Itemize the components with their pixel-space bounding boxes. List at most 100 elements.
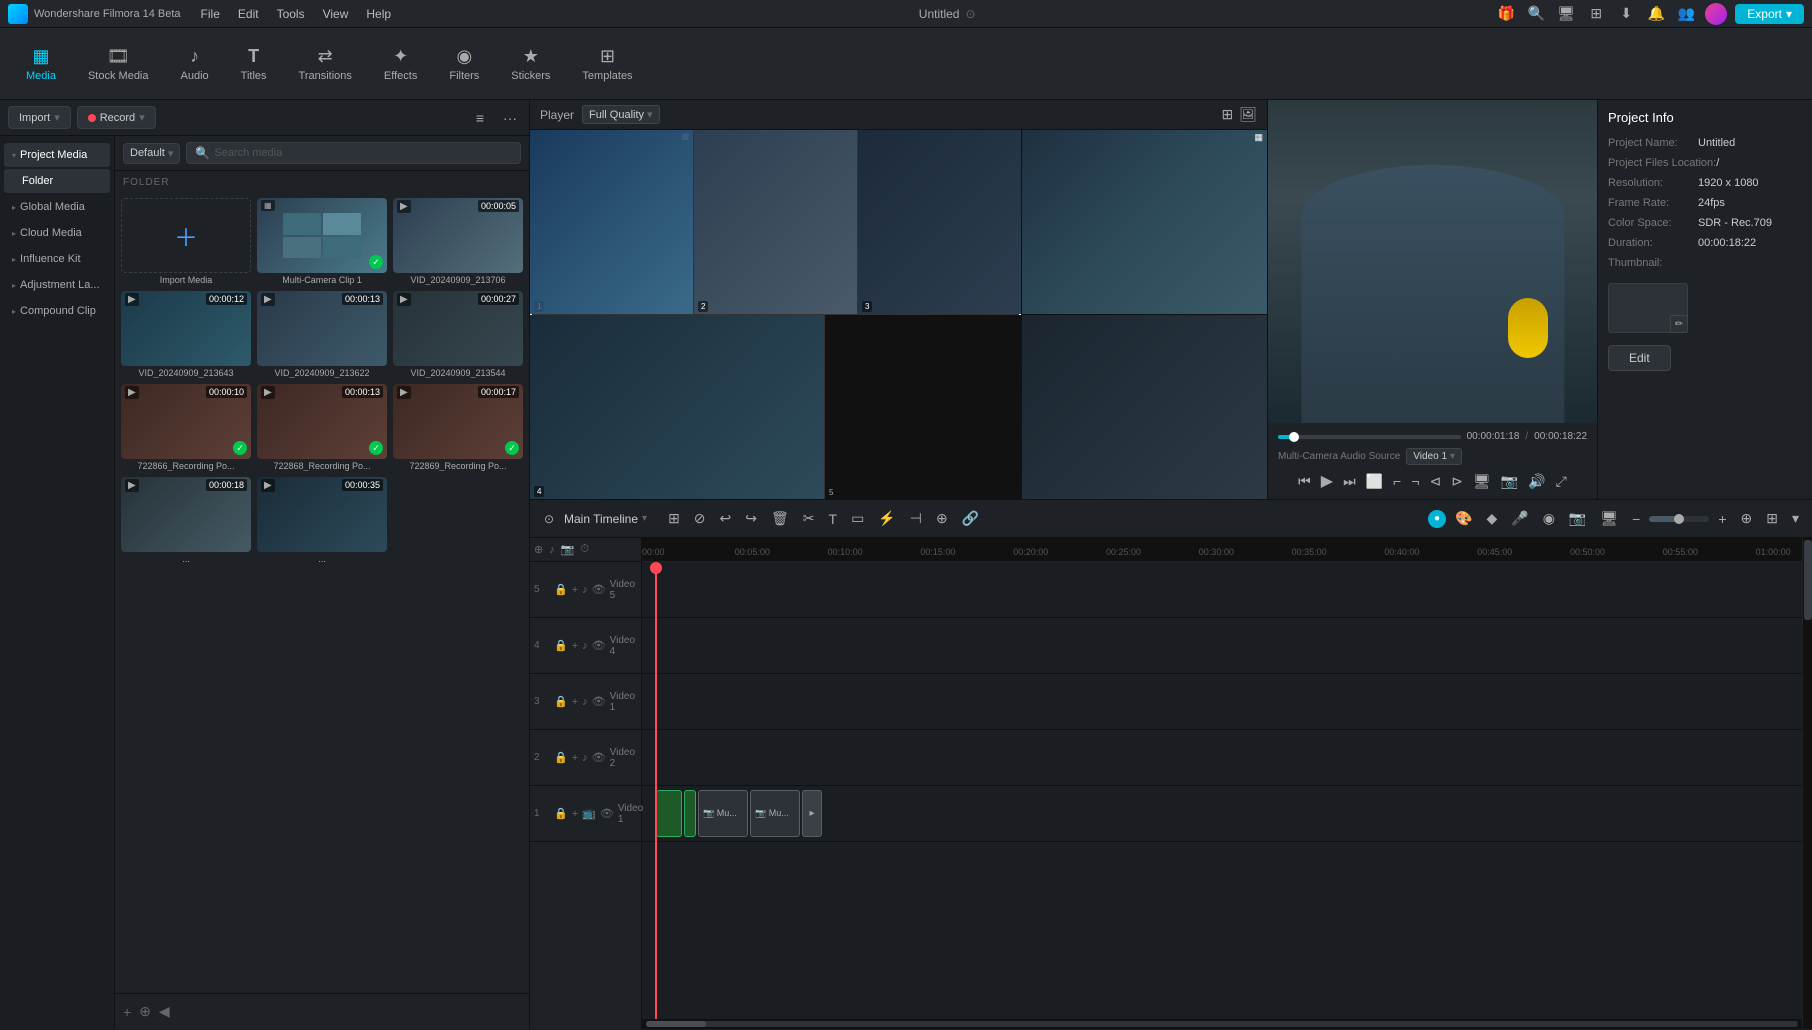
track-audio-icon-4[interactable]: ♪ bbox=[582, 640, 588, 652]
menu-help[interactable]: Help bbox=[358, 5, 399, 23]
tool-effects[interactable]: ✦ Effects bbox=[370, 40, 431, 88]
tl-grid-icon[interactable]: ⊞ bbox=[1761, 507, 1783, 530]
tool-audio[interactable]: ♪ Audio bbox=[167, 40, 223, 88]
tl-color-icon[interactable]: 🎨 bbox=[1450, 507, 1477, 530]
track-clip-arrow[interactable]: ▸ bbox=[802, 790, 822, 837]
tl-mic-icon[interactable]: 🎤 bbox=[1506, 507, 1533, 530]
track-clip-multi1[interactable]: 📷 Mu... bbox=[698, 790, 748, 837]
tool-stickers[interactable]: ★ Stickers bbox=[497, 40, 564, 88]
progress-thumb[interactable] bbox=[1289, 432, 1299, 442]
track-eye-icon-5[interactable]: 👁 bbox=[592, 583, 606, 596]
cam-cell-side-bottom[interactable] bbox=[1022, 315, 1267, 499]
tl-btn-crop[interactable]: ▭ bbox=[846, 507, 869, 530]
quality-select[interactable]: Full Quality ▾ bbox=[582, 105, 660, 124]
track-eye-icon-4[interactable]: 👁 bbox=[592, 639, 606, 652]
download-icon[interactable]: ⬇ bbox=[1615, 3, 1637, 25]
track-audio-icon-5[interactable]: ♪ bbox=[582, 584, 588, 596]
tool-templates[interactable]: ⊞ Templates bbox=[568, 40, 646, 88]
media-item-rec3[interactable]: 00:00:17 ✓ ▶ 722869_Recording Po... bbox=[393, 384, 523, 471]
track-add-icon-5[interactable]: + bbox=[572, 584, 578, 596]
record-button[interactable]: Record ▾ bbox=[77, 106, 156, 129]
import-media-box[interactable]: ＋ bbox=[121, 198, 251, 273]
track-eye-icon-3[interactable]: 👁 bbox=[592, 695, 606, 708]
media-item-vid213643[interactable]: 00:00:12 ▶ VID_20240909_213643 bbox=[121, 291, 251, 378]
track-audio-icon-2[interactable]: ♪ bbox=[582, 752, 588, 764]
search-icon[interactable]: 🔍 bbox=[1525, 3, 1547, 25]
sidebar-item-compound-clip[interactable]: ▸ Compound Clip bbox=[4, 299, 110, 323]
collapse-icon[interactable]: ◀ bbox=[159, 1003, 170, 1020]
tool-filters[interactable]: ◉ Filters bbox=[435, 40, 493, 88]
zoom-slider[interactable] bbox=[1649, 516, 1709, 522]
tl-btn-cut[interactable]: ✂ bbox=[798, 507, 820, 530]
track-clip-green2[interactable] bbox=[684, 790, 696, 837]
track-add-video-icon[interactable]: ⊕ bbox=[534, 543, 543, 556]
edit-button[interactable]: Edit bbox=[1608, 345, 1671, 371]
track-clip-green1[interactable] bbox=[656, 790, 682, 837]
track-audio-icon-1[interactable]: 📺 bbox=[582, 807, 596, 820]
thumbnail-edit-icon[interactable]: ✏ bbox=[1670, 315, 1688, 333]
snapshot-icon[interactable]: 📷 bbox=[1501, 473, 1518, 490]
export-button[interactable]: Export ▾ bbox=[1735, 4, 1804, 24]
image-view-icon[interactable]: 🖼 bbox=[1239, 106, 1257, 123]
tool-transitions[interactable]: ⇄ Transitions bbox=[285, 40, 366, 88]
track-time-icon[interactable]: ⏱ bbox=[580, 543, 589, 556]
import-button[interactable]: Import ▾ bbox=[8, 106, 71, 129]
track-lock-icon-2[interactable]: 🔒 bbox=[554, 751, 568, 764]
sidebar-item-adjustment-layer[interactable]: ▸ Adjustment La... bbox=[4, 273, 110, 297]
play-icon[interactable]: ▶ bbox=[1321, 471, 1333, 491]
track-add-audio-icon[interactable]: ♪ bbox=[549, 544, 555, 556]
progress-bar[interactable] bbox=[1278, 435, 1461, 439]
expand-icon[interactable]: ⤢ bbox=[1556, 473, 1567, 490]
track-camera-icon[interactable]: 📷 bbox=[561, 543, 575, 556]
tl-btn-undo[interactable]: ↩ bbox=[715, 507, 737, 530]
main-cam-cell[interactable]: ▦ 1 2 3 bbox=[530, 130, 1021, 499]
media-item-multicam1[interactable]: ✓ ▦ Multi-Camera Clip 1 bbox=[257, 198, 387, 285]
tl-plus-icon[interactable]: + bbox=[1713, 508, 1731, 530]
timeline-scrollbar-track[interactable] bbox=[646, 1021, 1798, 1027]
sidebar-item-project-media[interactable]: ▾ Project Media bbox=[4, 143, 110, 167]
menu-edit[interactable]: Edit bbox=[230, 5, 267, 23]
track-lock-icon-3[interactable]: 🔒 bbox=[554, 695, 568, 708]
media-item-vid213706[interactable]: 00:00:05 ▶ VID_20240909_213706 bbox=[393, 198, 523, 285]
sidebar-item-cloud-media[interactable]: ▸ Cloud Media bbox=[4, 221, 110, 245]
track-lock-icon-1[interactable]: 🔒 bbox=[554, 807, 568, 820]
vertical-scrollbar-thumb[interactable] bbox=[1804, 540, 1812, 620]
audio-source-select[interactable]: Video 1 ▾ bbox=[1406, 448, 1462, 465]
prev-frame-icon[interactable]: ⊲ bbox=[1430, 473, 1442, 490]
track-clip-multi2[interactable]: 📷 Mu... bbox=[750, 790, 800, 837]
tl-add-track-icon[interactable]: ⊕ bbox=[1736, 507, 1758, 530]
track-lock-icon-5[interactable]: 🔒 bbox=[554, 583, 568, 596]
tl-cam-icon[interactable]: 📷 bbox=[1564, 507, 1591, 530]
tl-marker-icon[interactable]: ◆ bbox=[1481, 507, 1502, 530]
tl-btn-text[interactable]: T bbox=[824, 508, 843, 530]
timeline-settings-icon[interactable]: ⊙ bbox=[538, 508, 560, 530]
tl-btn-delete[interactable]: 🗑 bbox=[766, 507, 794, 530]
track-add-icon-4[interactable]: + bbox=[572, 640, 578, 652]
menu-tools[interactable]: Tools bbox=[269, 5, 313, 23]
volume-icon[interactable]: 🔊 bbox=[1528, 473, 1545, 490]
user-avatar[interactable] bbox=[1705, 3, 1727, 25]
view-mode-select[interactable]: Default ▾ bbox=[123, 143, 180, 164]
track-eye-icon-2[interactable]: 👁 bbox=[592, 751, 606, 764]
tl-minus-icon[interactable]: − bbox=[1627, 508, 1645, 530]
tl-btn-split[interactable]: ⊣ bbox=[905, 507, 927, 530]
next-frame-icon[interactable]: ⊳ bbox=[1451, 473, 1463, 490]
menu-file[interactable]: File bbox=[193, 5, 228, 23]
timeline-scrollbar-thumb[interactable] bbox=[646, 1021, 706, 1027]
tool-stock-media[interactable]: 🎞 Stock Media bbox=[74, 40, 163, 88]
monitor-out-icon[interactable]: 🖥 bbox=[1473, 473, 1491, 490]
crop-icon[interactable]: ⬜ bbox=[1366, 473, 1383, 490]
add-media-icon[interactable]: ⊕ bbox=[139, 1003, 151, 1020]
mark-in-icon[interactable]: ⌐ bbox=[1393, 473, 1401, 489]
tl-btn-link[interactable]: 🔗 bbox=[957, 507, 984, 530]
import-media-item[interactable]: ＋ Import Media bbox=[121, 198, 251, 285]
people-icon[interactable]: 👥 bbox=[1675, 3, 1697, 25]
track-add-icon-2[interactable]: + bbox=[572, 752, 578, 764]
tl-btn-redo[interactable]: ↪ bbox=[740, 507, 762, 530]
step-back-icon[interactable]: ⏮ bbox=[1298, 473, 1311, 490]
media-item-rec2[interactable]: 00:00:13 ✓ ▶ 722868_Recording Po... bbox=[257, 384, 387, 471]
tl-more-icon[interactable]: ▾ bbox=[1787, 507, 1804, 530]
track-eye-icon-1[interactable]: 👁 bbox=[600, 807, 614, 820]
tl-btn-group[interactable]: ⊕ bbox=[931, 507, 953, 530]
tl-btn-speed[interactable]: ⚡ bbox=[873, 507, 900, 530]
